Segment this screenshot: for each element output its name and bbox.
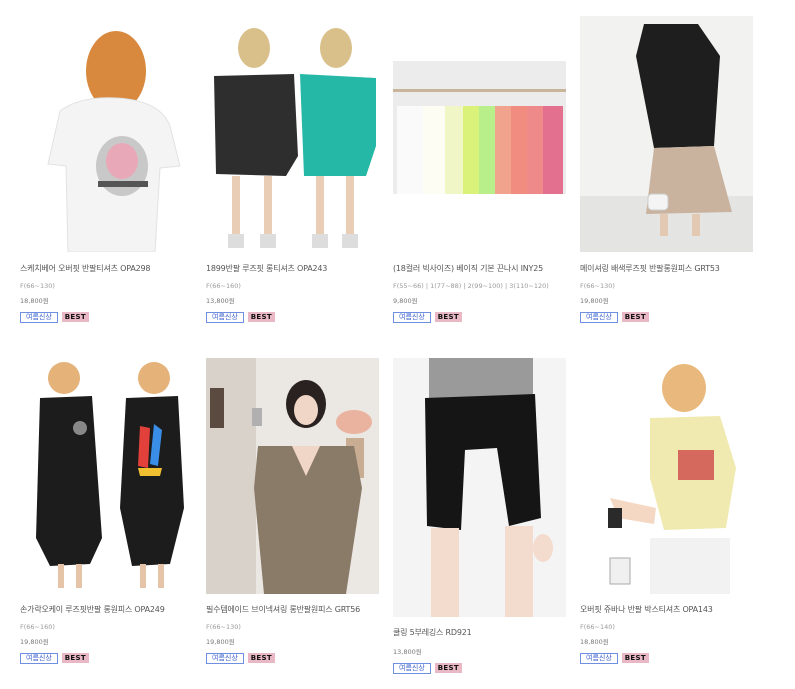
product-price: 13,800원 — [393, 648, 422, 656]
best-badge: BEST — [61, 653, 89, 663]
product-size: F(66~140) — [580, 623, 615, 631]
new-arrival-badge: 여름신상 — [580, 312, 618, 323]
product-image[interactable] — [580, 358, 753, 594]
product-image[interactable] — [206, 16, 379, 252]
product-price: 19,800원 — [580, 297, 609, 305]
product-name[interactable]: 쿨링 5부레깅스 RD921 — [393, 627, 472, 638]
new-arrival-badge: 여름신상 — [20, 653, 58, 664]
product-size: F(66~130) — [580, 282, 615, 290]
product-price: 18,800원 — [20, 297, 49, 305]
best-badge: BEST — [621, 312, 649, 322]
new-arrival-badge: 여름신상 — [393, 312, 431, 323]
product-price: 19,800원 — [20, 638, 49, 646]
new-arrival-badge: 여름신상 — [206, 653, 244, 664]
product-price: 13,800원 — [206, 297, 235, 305]
new-arrival-badge: 여름신상 — [206, 312, 244, 323]
product-size: F(66~160) — [206, 282, 241, 290]
product-size: F(55~66) | 1(77~88) | 2(99~100) | 3(110~… — [393, 282, 549, 290]
best-badge: BEST — [61, 312, 89, 322]
product-image[interactable] — [393, 61, 566, 194]
best-badge: BEST — [247, 653, 275, 663]
product-name[interactable]: 스케치베어 오버핏 반팔티셔츠 OPA298 — [20, 263, 150, 274]
new-arrival-badge: 여름신상 — [20, 312, 58, 323]
new-arrival-badge: 여름신상 — [393, 663, 431, 674]
product-image[interactable] — [20, 358, 192, 594]
best-badge: BEST — [434, 663, 462, 673]
product-price: 18,800원 — [580, 638, 609, 646]
product-name[interactable]: 손가락오케이 루즈핏반팔 롱원피스 OPA249 — [20, 604, 165, 615]
product-image[interactable] — [393, 358, 566, 617]
product-name[interactable]: 메이셔링 배색루즈핏 반팔롱원피스 GRT53 — [580, 263, 720, 274]
product-name[interactable]: 1899반팔 루즈핏 롱티셔츠 OPA243 — [206, 263, 327, 274]
product-name[interactable]: 오버핏 쥬바나 반팔 박스티셔츠 OPA143 — [580, 604, 713, 615]
new-arrival-badge: 여름신상 — [580, 653, 618, 664]
product-price: 9,800원 — [393, 297, 418, 305]
product-size: F(66~160) — [20, 623, 55, 631]
product-image[interactable] — [20, 16, 192, 252]
product-image[interactable] — [206, 358, 379, 594]
best-badge: BEST — [247, 312, 275, 322]
product-size: F(66~130) — [206, 623, 241, 631]
product-price: 19,800원 — [206, 638, 235, 646]
best-badge: BEST — [621, 653, 649, 663]
product-name[interactable]: (18컬러 빅사이즈) 베이직 기본 끈나시 INY25 — [393, 263, 543, 274]
product-size: F(66~130) — [20, 282, 55, 290]
product-name[interactable]: 필수템에이드 브이넥셔링 롱반팔원피스 GRT56 — [206, 604, 360, 615]
product-image[interactable] — [580, 16, 753, 252]
best-badge: BEST — [434, 312, 462, 322]
